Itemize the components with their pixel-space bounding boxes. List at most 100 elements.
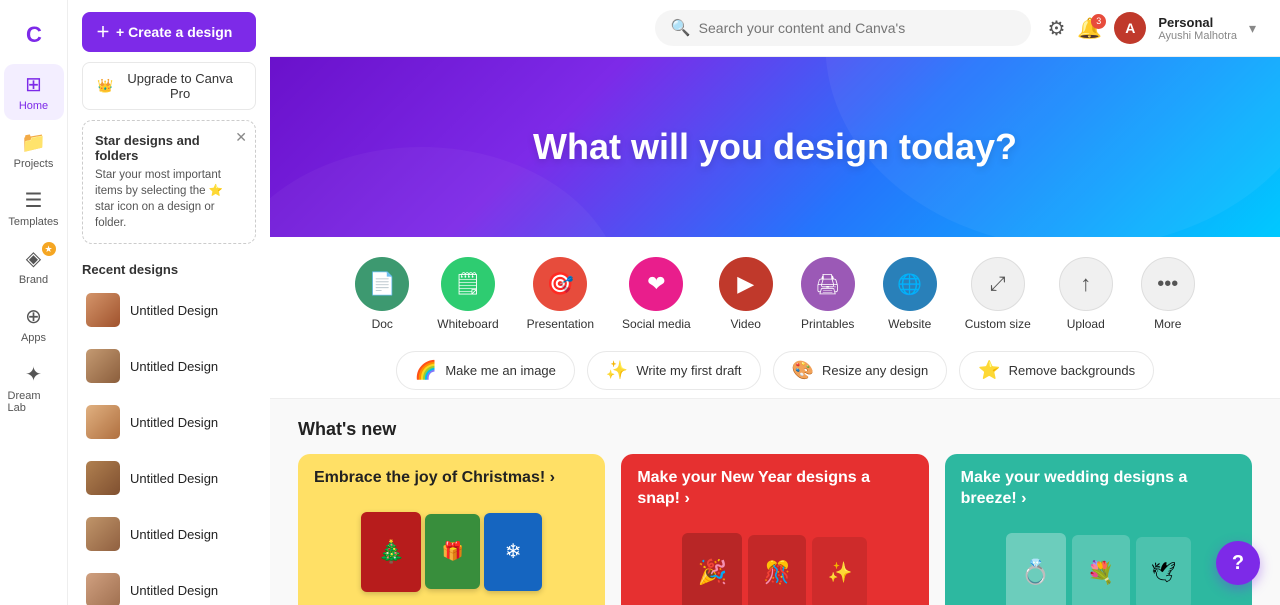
palette-icon: 🎨	[792, 360, 814, 381]
star-tooltip: ✕ Star designs and folders Star your mos…	[82, 120, 256, 244]
apps-icon: ⊕	[25, 304, 42, 329]
brand-icon: ◈	[26, 246, 41, 271]
list-item[interactable]: Untitled Design	[82, 455, 256, 501]
sidebar-item-home[interactable]: ⊞ Home	[4, 64, 64, 120]
sparkle-icon: ✨	[606, 360, 628, 381]
design-type-presentation[interactable]: 🎯 Presentation	[527, 257, 594, 331]
design-name: Untitled Design	[130, 303, 218, 318]
list-item[interactable]: Untitled Design	[82, 343, 256, 389]
presentation-icon: 🎯	[533, 257, 587, 311]
wedding-mini-card-2: 💐	[1072, 535, 1130, 605]
write-draft-button[interactable]: ✨ Write my first draft	[587, 351, 761, 390]
christmas-mini-card-2: 🎁	[425, 514, 480, 589]
social-media-icon: ❤	[629, 257, 683, 311]
topbar-right: ⚙ 🔔 3 A Personal Ayushi Malhotra ▾	[1047, 12, 1256, 44]
website-icon: 🌐	[883, 257, 937, 311]
design-type-social-media[interactable]: ❤ Social media	[622, 257, 691, 331]
plus-icon: ＋	[96, 22, 110, 42]
promo-card-wedding[interactable]: Make your wedding designs a breeze! › 💍 …	[945, 454, 1252, 605]
help-button[interactable]: ?	[1216, 541, 1260, 585]
create-design-button[interactable]: ＋ + Create a design	[82, 12, 256, 52]
whats-new-title: What's new	[298, 419, 1252, 440]
sidebar-nav: C ⊞ Home 📁 Projects ☰ Templates ◈ ★ Bran…	[0, 0, 68, 605]
upload-label: Upload	[1067, 317, 1105, 331]
list-item[interactable]: Untitled Design	[82, 287, 256, 333]
sidebar-item-apps[interactable]: ⊕ Apps	[4, 296, 64, 352]
design-type-printables[interactable]: 🖨 Printables	[801, 257, 855, 331]
design-name: Untitled Design	[130, 583, 218, 598]
sidebar-item-label: Brand	[19, 274, 48, 286]
promo-card-body: 🎉 🎊 ✨	[621, 518, 928, 605]
recent-designs-label: Recent designs	[82, 262, 256, 277]
promo-card-title: Embrace the joy of Christmas! ›	[298, 454, 605, 497]
star-icon: ⭐	[978, 360, 1000, 381]
search-input[interactable]	[699, 20, 1016, 36]
design-thumbnail	[86, 405, 120, 439]
projects-icon: 📁	[21, 130, 46, 155]
avatar[interactable]: A	[1114, 12, 1146, 44]
sidebar-item-projects[interactable]: 📁 Projects	[4, 122, 64, 178]
sidebar-item-label: Templates	[8, 216, 58, 228]
search-bar: 🔍	[655, 10, 1032, 46]
sidebar-item-templates[interactable]: ☰ Templates	[4, 180, 64, 236]
tooltip-title: Star designs and folders	[95, 133, 243, 163]
remove-bg-button[interactable]: ⭐ Remove backgrounds	[959, 351, 1154, 390]
notifications-button[interactable]: 🔔 3	[1077, 16, 1102, 41]
whiteboard-icon: 🗒	[441, 257, 495, 311]
custom-size-label: Custom size	[965, 317, 1031, 331]
design-type-more[interactable]: ••• More	[1141, 257, 1195, 331]
chevron-down-icon: ▾	[1249, 20, 1256, 37]
design-name: Untitled Design	[130, 471, 218, 486]
list-item[interactable]: Untitled Design	[82, 567, 256, 605]
design-type-whiteboard[interactable]: 🗒 Whiteboard	[437, 257, 498, 331]
top-bar: 🔍 ⚙ 🔔 3 A Personal Ayushi Malhotra ▾	[270, 0, 1280, 57]
list-item[interactable]: Untitled Design	[82, 511, 256, 557]
sidebar-item-brand[interactable]: ◈ ★ Brand	[4, 238, 64, 294]
design-name: Untitled Design	[130, 527, 218, 542]
logo-area: C	[26, 12, 41, 62]
sidebar-item-label: Home	[19, 100, 48, 112]
design-thumbnail	[86, 461, 120, 495]
promo-card-title: Make your wedding designs a breeze! ›	[945, 454, 1252, 518]
design-type-video[interactable]: ▶ Video	[719, 257, 773, 331]
dreamlab-icon: ✦	[25, 362, 42, 387]
design-type-doc[interactable]: 📄 Doc	[355, 257, 409, 331]
tooltip-close-button[interactable]: ✕	[235, 129, 247, 146]
more-icon: •••	[1141, 257, 1195, 311]
settings-button[interactable]: ⚙	[1047, 16, 1065, 41]
wedding-mini-card-3: 🕊	[1136, 537, 1191, 605]
whats-new-section: What's new Embrace the joy of Christmas!…	[270, 399, 1280, 605]
upgrade-button[interactable]: 👑 Upgrade to Canva Pro	[82, 62, 256, 110]
rainbow-icon: 🌈	[415, 360, 437, 381]
upload-icon: ↑	[1059, 257, 1113, 311]
doc-icon: 📄	[355, 257, 409, 311]
list-item[interactable]: Untitled Design	[82, 399, 256, 445]
design-type-website[interactable]: 🌐 Website	[883, 257, 937, 331]
resize-label: Resize any design	[822, 363, 928, 378]
design-types-row: 📄 Doc 🗒 Whiteboard 🎯 Presentation ❤ Soci…	[270, 237, 1280, 339]
design-thumbnail	[86, 293, 120, 327]
christmas-mini-card-1: 🎄	[361, 512, 421, 592]
newyear-mini-card-3: ✨	[812, 537, 867, 605]
social-media-label: Social media	[622, 317, 691, 331]
user-info[interactable]: Personal Ayushi Malhotra	[1158, 15, 1237, 42]
resize-button[interactable]: 🎨 Resize any design	[773, 351, 948, 390]
user-name: Ayushi Malhotra	[1158, 30, 1237, 42]
doc-label: Doc	[372, 317, 393, 331]
design-name: Untitled Design	[130, 359, 218, 374]
hero-title: What will you design today?	[533, 126, 1017, 168]
sidebar: C ⊞ Home 📁 Projects ☰ Templates ◈ ★ Bran…	[0, 0, 270, 605]
promo-card-newyear[interactable]: Make your New Year designs a snap! › 🎉 🎊…	[621, 454, 928, 605]
promo-card-christmas[interactable]: Embrace the joy of Christmas! › 🎄 🎁 ❄	[298, 454, 605, 605]
ai-tools-row: 🌈 Make me an image ✨ Write my first draf…	[270, 339, 1280, 399]
make-image-button[interactable]: 🌈 Make me an image	[396, 351, 575, 390]
promo-card-body: 🎄 🎁 ❄	[298, 497, 605, 605]
main-content: 🔍 ⚙ 🔔 3 A Personal Ayushi Malhotra ▾ Wha…	[270, 0, 1280, 605]
design-type-custom-size[interactable]: ⤢ Custom size	[965, 257, 1031, 331]
sidebar-item-dreamlab[interactable]: ✦ Dream Lab	[4, 354, 64, 422]
canva-logo: C	[26, 22, 41, 47]
video-icon: ▶	[719, 257, 773, 311]
write-draft-label: Write my first draft	[636, 363, 741, 378]
wedding-mini-card-1: 💍	[1006, 533, 1066, 605]
design-type-upload[interactable]: ↑ Upload	[1059, 257, 1113, 331]
